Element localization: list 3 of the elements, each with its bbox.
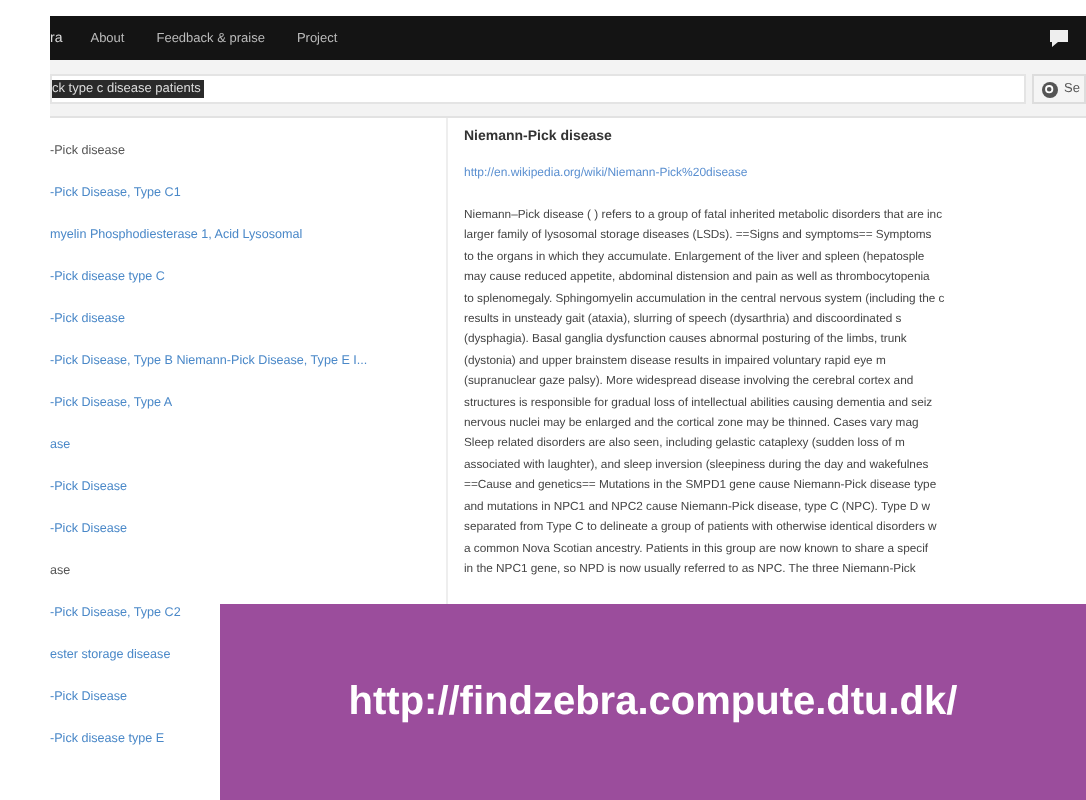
chat-icon[interactable] xyxy=(1048,28,1070,48)
search-icon xyxy=(1042,81,1059,97)
banner-text: http://findzebra.compute.dtu.dk/ xyxy=(348,679,958,725)
